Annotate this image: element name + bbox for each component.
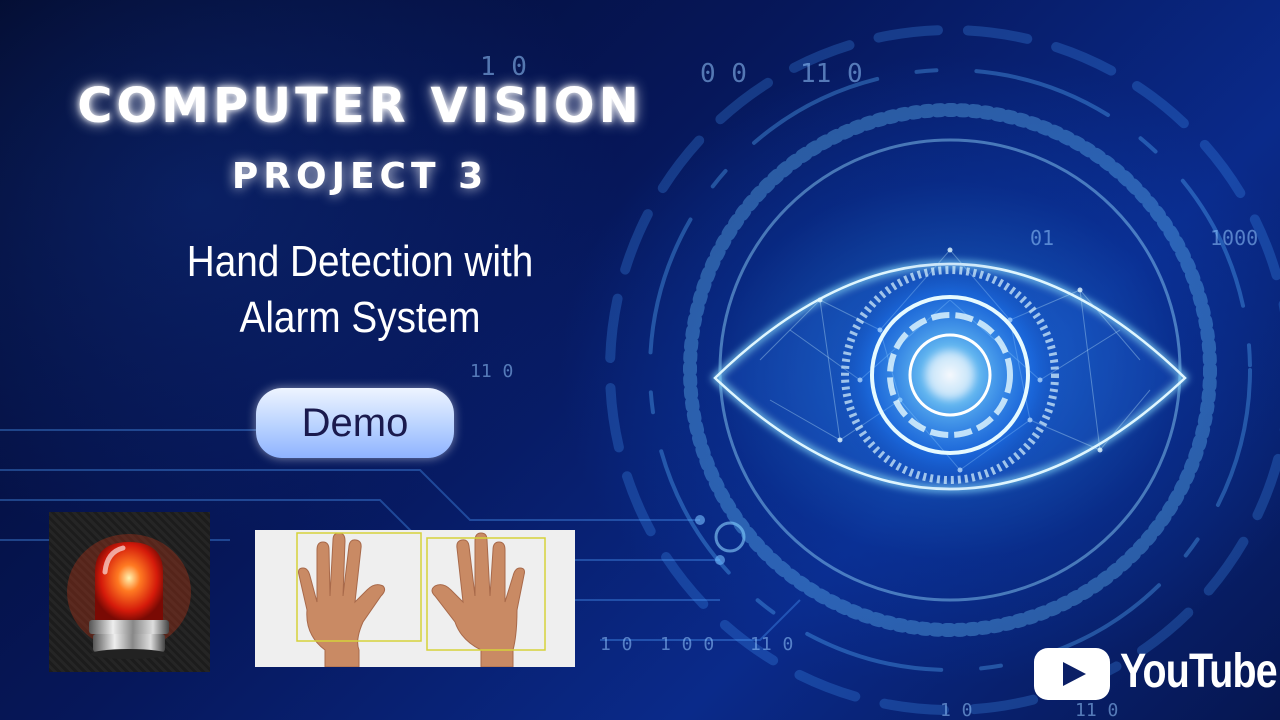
page-title: COMPUTER VISION	[77, 78, 643, 134]
alarm-beacon-icon	[67, 534, 191, 659]
svg-text:1000: 1000	[1210, 226, 1258, 250]
demo-button[interactable]: Demo	[256, 388, 454, 458]
svg-text:0 0: 0 0	[700, 59, 747, 89]
svg-text:1 0: 1 0	[940, 700, 973, 720]
svg-text:11 0: 11 0	[750, 634, 793, 655]
youtube-wordmark: YouTube	[1120, 645, 1278, 698]
heading-line-1: Hand Detection with	[186, 237, 534, 286]
project-subtitle: PROJECT 3	[231, 156, 489, 197]
svg-text:1 0: 1 0	[600, 634, 633, 655]
thumbnail-canvas: 0 0 11 0 01 1000 1 0 1 0 0 11 0 11 0 11 …	[0, 0, 1280, 720]
youtube-logo: YouTube	[1034, 645, 1278, 700]
heading-line-2: Alarm System	[239, 293, 481, 342]
svg-text:11 0: 11 0	[1075, 700, 1118, 720]
svg-text:01: 01	[1030, 226, 1054, 250]
svg-text:11 0: 11 0	[470, 361, 513, 382]
youtube-play-icon	[1034, 648, 1110, 700]
alarm-image	[49, 512, 210, 672]
project-heading: Hand Detection with Alarm System	[114, 234, 607, 346]
svg-text:1 0 0: 1 0 0	[660, 634, 714, 655]
svg-text:11 0: 11 0	[800, 59, 863, 89]
hand-detection-image	[255, 530, 575, 667]
